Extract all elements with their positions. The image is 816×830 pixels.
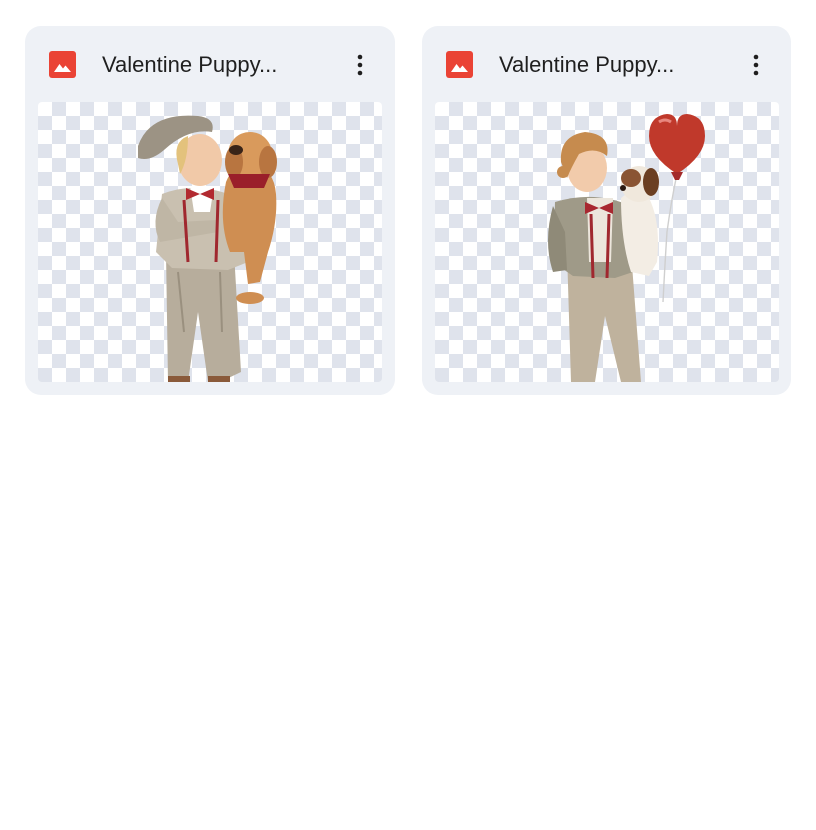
more-options-button[interactable] xyxy=(343,48,377,82)
more-options-button[interactable] xyxy=(739,48,773,82)
file-title[interactable]: Valentine Puppy... xyxy=(102,50,312,80)
file-card-header: Valentine Puppy... xyxy=(25,26,395,102)
thumbnail-image xyxy=(138,115,277,382)
image-file-icon xyxy=(446,51,473,78)
file-thumbnail[interactable] xyxy=(38,102,382,382)
file-grid: Valentine Puppy... Valentine Puppy... xyxy=(0,0,816,830)
thumbnail-image xyxy=(548,114,705,382)
file-card-header: Valentine Puppy... xyxy=(422,26,791,102)
file-card[interactable]: Valentine Puppy... xyxy=(25,26,395,395)
image-file-icon xyxy=(49,51,76,78)
file-title[interactable]: Valentine Puppy... xyxy=(499,50,709,80)
file-card[interactable]: Valentine Puppy... xyxy=(422,26,791,395)
heart-balloon xyxy=(649,114,705,303)
file-thumbnail[interactable] xyxy=(435,102,779,382)
more-vert-icon xyxy=(357,54,363,76)
more-vert-icon xyxy=(753,54,759,76)
